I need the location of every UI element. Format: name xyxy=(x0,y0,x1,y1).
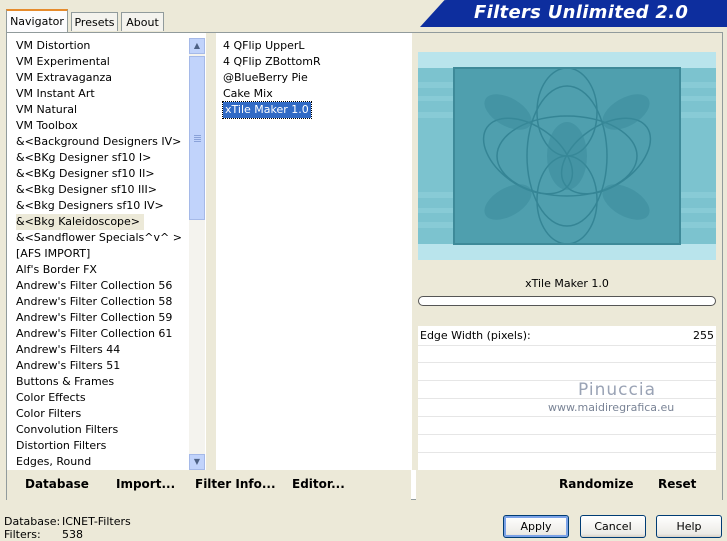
category-item[interactable]: &<BKg Designer sf10 II> xyxy=(14,166,188,182)
preview-image xyxy=(418,52,716,260)
watermark-name: Pinuccia xyxy=(578,380,656,400)
category-item-label: &<Bkg Designers sf10 IV> xyxy=(16,199,164,212)
category-item-label: Andrew's Filters 51 xyxy=(16,359,121,372)
category-item-label: [AFS IMPORT] xyxy=(16,247,91,260)
tab-about[interactable]: About xyxy=(121,12,164,31)
category-item-label: Buttons & Frames xyxy=(16,375,115,388)
category-item[interactable]: VM Natural xyxy=(14,102,188,118)
category-item[interactable]: &<Bkg Kaleidoscope> xyxy=(14,214,188,230)
category-item[interactable]: Andrew's Filter Collection 56 xyxy=(14,278,188,294)
category-item-label: &<BKg Designer sf10 II> xyxy=(16,167,155,180)
status-database-value: ICNET-Filters xyxy=(62,515,131,528)
category-item-label: Color Filters xyxy=(16,407,82,420)
category-item[interactable]: Andrew's Filter Collection 58 xyxy=(14,294,188,310)
status-database-label: Database: xyxy=(4,515,61,528)
category-item[interactable]: VM Extravaganza xyxy=(14,70,188,86)
tab-navigator[interactable]: Navigator xyxy=(6,9,68,32)
category-item[interactable]: &<Bkg Designers sf10 IV> xyxy=(14,198,188,214)
category-item-label: Andrew's Filter Collection 59 xyxy=(16,311,173,324)
category-item[interactable]: Distortion Filters xyxy=(14,438,188,454)
category-item[interactable]: Buttons & Frames xyxy=(14,374,188,390)
category-item[interactable]: Color Effects xyxy=(14,390,188,406)
status-filters-label: Filters: xyxy=(4,528,41,541)
category-item-label: VM Distortion xyxy=(16,39,91,52)
database-button[interactable]: Database xyxy=(25,477,89,491)
filter-item[interactable]: @BlueBerry Pie xyxy=(221,70,411,86)
scroll-thumb[interactable] xyxy=(189,56,205,220)
filter-name-label: xTile Maker 1.0 xyxy=(525,277,609,290)
category-item[interactable]: &<BKg Designer sf10 I> xyxy=(14,150,188,166)
filter-info-button[interactable]: Filter Info... xyxy=(195,477,276,491)
category-item[interactable]: &<Sandflower Specials^v^ > xyxy=(14,230,188,246)
category-item[interactable]: VM Distortion xyxy=(14,38,188,54)
category-item-label: &<BKg Designer sf10 I> xyxy=(16,151,152,164)
filter-item-label: 4 QFlip UpperL xyxy=(223,39,305,52)
filter-list[interactable]: 4 QFlip UpperL 4 QFlip ZBottomR @BlueBerry… xyxy=(221,38,411,470)
category-list[interactable]: VM Distortion VM Experimental VM Extravaga… xyxy=(14,38,188,470)
category-item-label: &<Sandflower Specials^v^ > xyxy=(16,231,182,244)
scroll-down-arrow-icon[interactable]: ▼ xyxy=(189,454,205,470)
apply-button[interactable]: Apply xyxy=(503,515,569,538)
param-slider-edge-width[interactable] xyxy=(520,328,650,344)
filter-item[interactable]: 4 QFlip ZBottomR xyxy=(221,54,411,70)
category-item[interactable]: Andrew's Filters 44 xyxy=(14,342,188,358)
category-item[interactable]: VM Instant Art xyxy=(14,86,188,102)
category-item[interactable]: Andrew's Filter Collection 59 xyxy=(14,310,188,326)
randomize-button[interactable]: Randomize xyxy=(559,477,633,491)
category-item[interactable]: Andrew's Filter Collection 61 xyxy=(14,326,188,342)
param-label-edge-width: Edge Width (pixels): xyxy=(420,329,531,342)
filter-item-label: xTile Maker 1.0 xyxy=(222,101,312,119)
category-item-label: Convolution Filters xyxy=(16,423,119,436)
category-item[interactable]: Andrew's Filters 51 xyxy=(14,358,188,374)
watermark-url: www.maidiregrafica.eu xyxy=(548,401,675,414)
category-item-label: Andrew's Filter Collection 58 xyxy=(16,295,173,308)
reset-button[interactable]: Reset xyxy=(658,477,696,491)
filter-item[interactable]: Cake Mix xyxy=(221,86,411,102)
pane-divider xyxy=(206,33,216,470)
category-scrollbar[interactable]: ▲ ▼ xyxy=(189,38,205,470)
category-item-label: &<Background Designers IV> xyxy=(16,135,182,148)
category-item-label: Edges, Round xyxy=(16,455,92,468)
category-item-label: VM Extravaganza xyxy=(16,71,113,84)
progress-bar xyxy=(418,296,716,306)
scroll-up-arrow-icon[interactable]: ▲ xyxy=(189,38,205,54)
filter-item-label: Cake Mix xyxy=(223,87,273,100)
import-button[interactable]: Import... xyxy=(116,477,175,491)
param-value-edge-width[interactable]: 255 xyxy=(690,329,714,342)
category-item-label: VM Natural xyxy=(16,103,78,116)
status-filters-value: 538 xyxy=(62,528,83,541)
help-button[interactable]: Help xyxy=(656,515,722,538)
category-item[interactable]: Color Filters xyxy=(14,406,188,422)
filter-item-label: 4 QFlip ZBottomR xyxy=(223,55,321,68)
category-item[interactable]: &<Background Designers IV> xyxy=(14,134,188,150)
filter-item[interactable]: 4 QFlip UpperL xyxy=(221,38,411,54)
tab-presets[interactable]: Presets xyxy=(71,12,118,31)
category-item-label: Distortion Filters xyxy=(16,439,107,452)
category-item-label: &<Bkg Kaleidoscope> xyxy=(16,214,145,230)
category-item-label: VM Experimental xyxy=(16,55,110,68)
filter-item-label: @BlueBerry Pie xyxy=(223,71,308,84)
category-item[interactable]: Alf's Border FX xyxy=(14,262,188,278)
category-item-label: VM Instant Art xyxy=(16,87,95,100)
category-item[interactable]: [AFS IMPORT] xyxy=(14,246,188,262)
category-item[interactable]: Edges, Round xyxy=(14,454,188,470)
category-item-label: Andrew's Filters 44 xyxy=(16,343,121,356)
editor-button[interactable]: Editor... xyxy=(292,477,345,491)
app-title: Filters Unlimited 2.0 xyxy=(474,2,689,23)
category-item-label: Alf's Border FX xyxy=(16,263,97,276)
category-item[interactable]: &<Bkg Designer sf10 III> xyxy=(14,182,188,198)
category-item-label: Color Effects xyxy=(16,391,86,404)
category-item-label: Andrew's Filter Collection 56 xyxy=(16,279,173,292)
category-item[interactable]: Convolution Filters xyxy=(14,422,188,438)
category-item-label: &<Bkg Designer sf10 III> xyxy=(16,183,158,196)
category-item[interactable]: VM Toolbox xyxy=(14,118,188,134)
category-item[interactable]: VM Experimental xyxy=(14,54,188,70)
cancel-button[interactable]: Cancel xyxy=(580,515,646,538)
filter-item[interactable]: xTile Maker 1.0 xyxy=(221,101,411,119)
category-item-label: VM Toolbox xyxy=(16,119,78,132)
category-item-label: Andrew's Filter Collection 61 xyxy=(16,327,173,340)
